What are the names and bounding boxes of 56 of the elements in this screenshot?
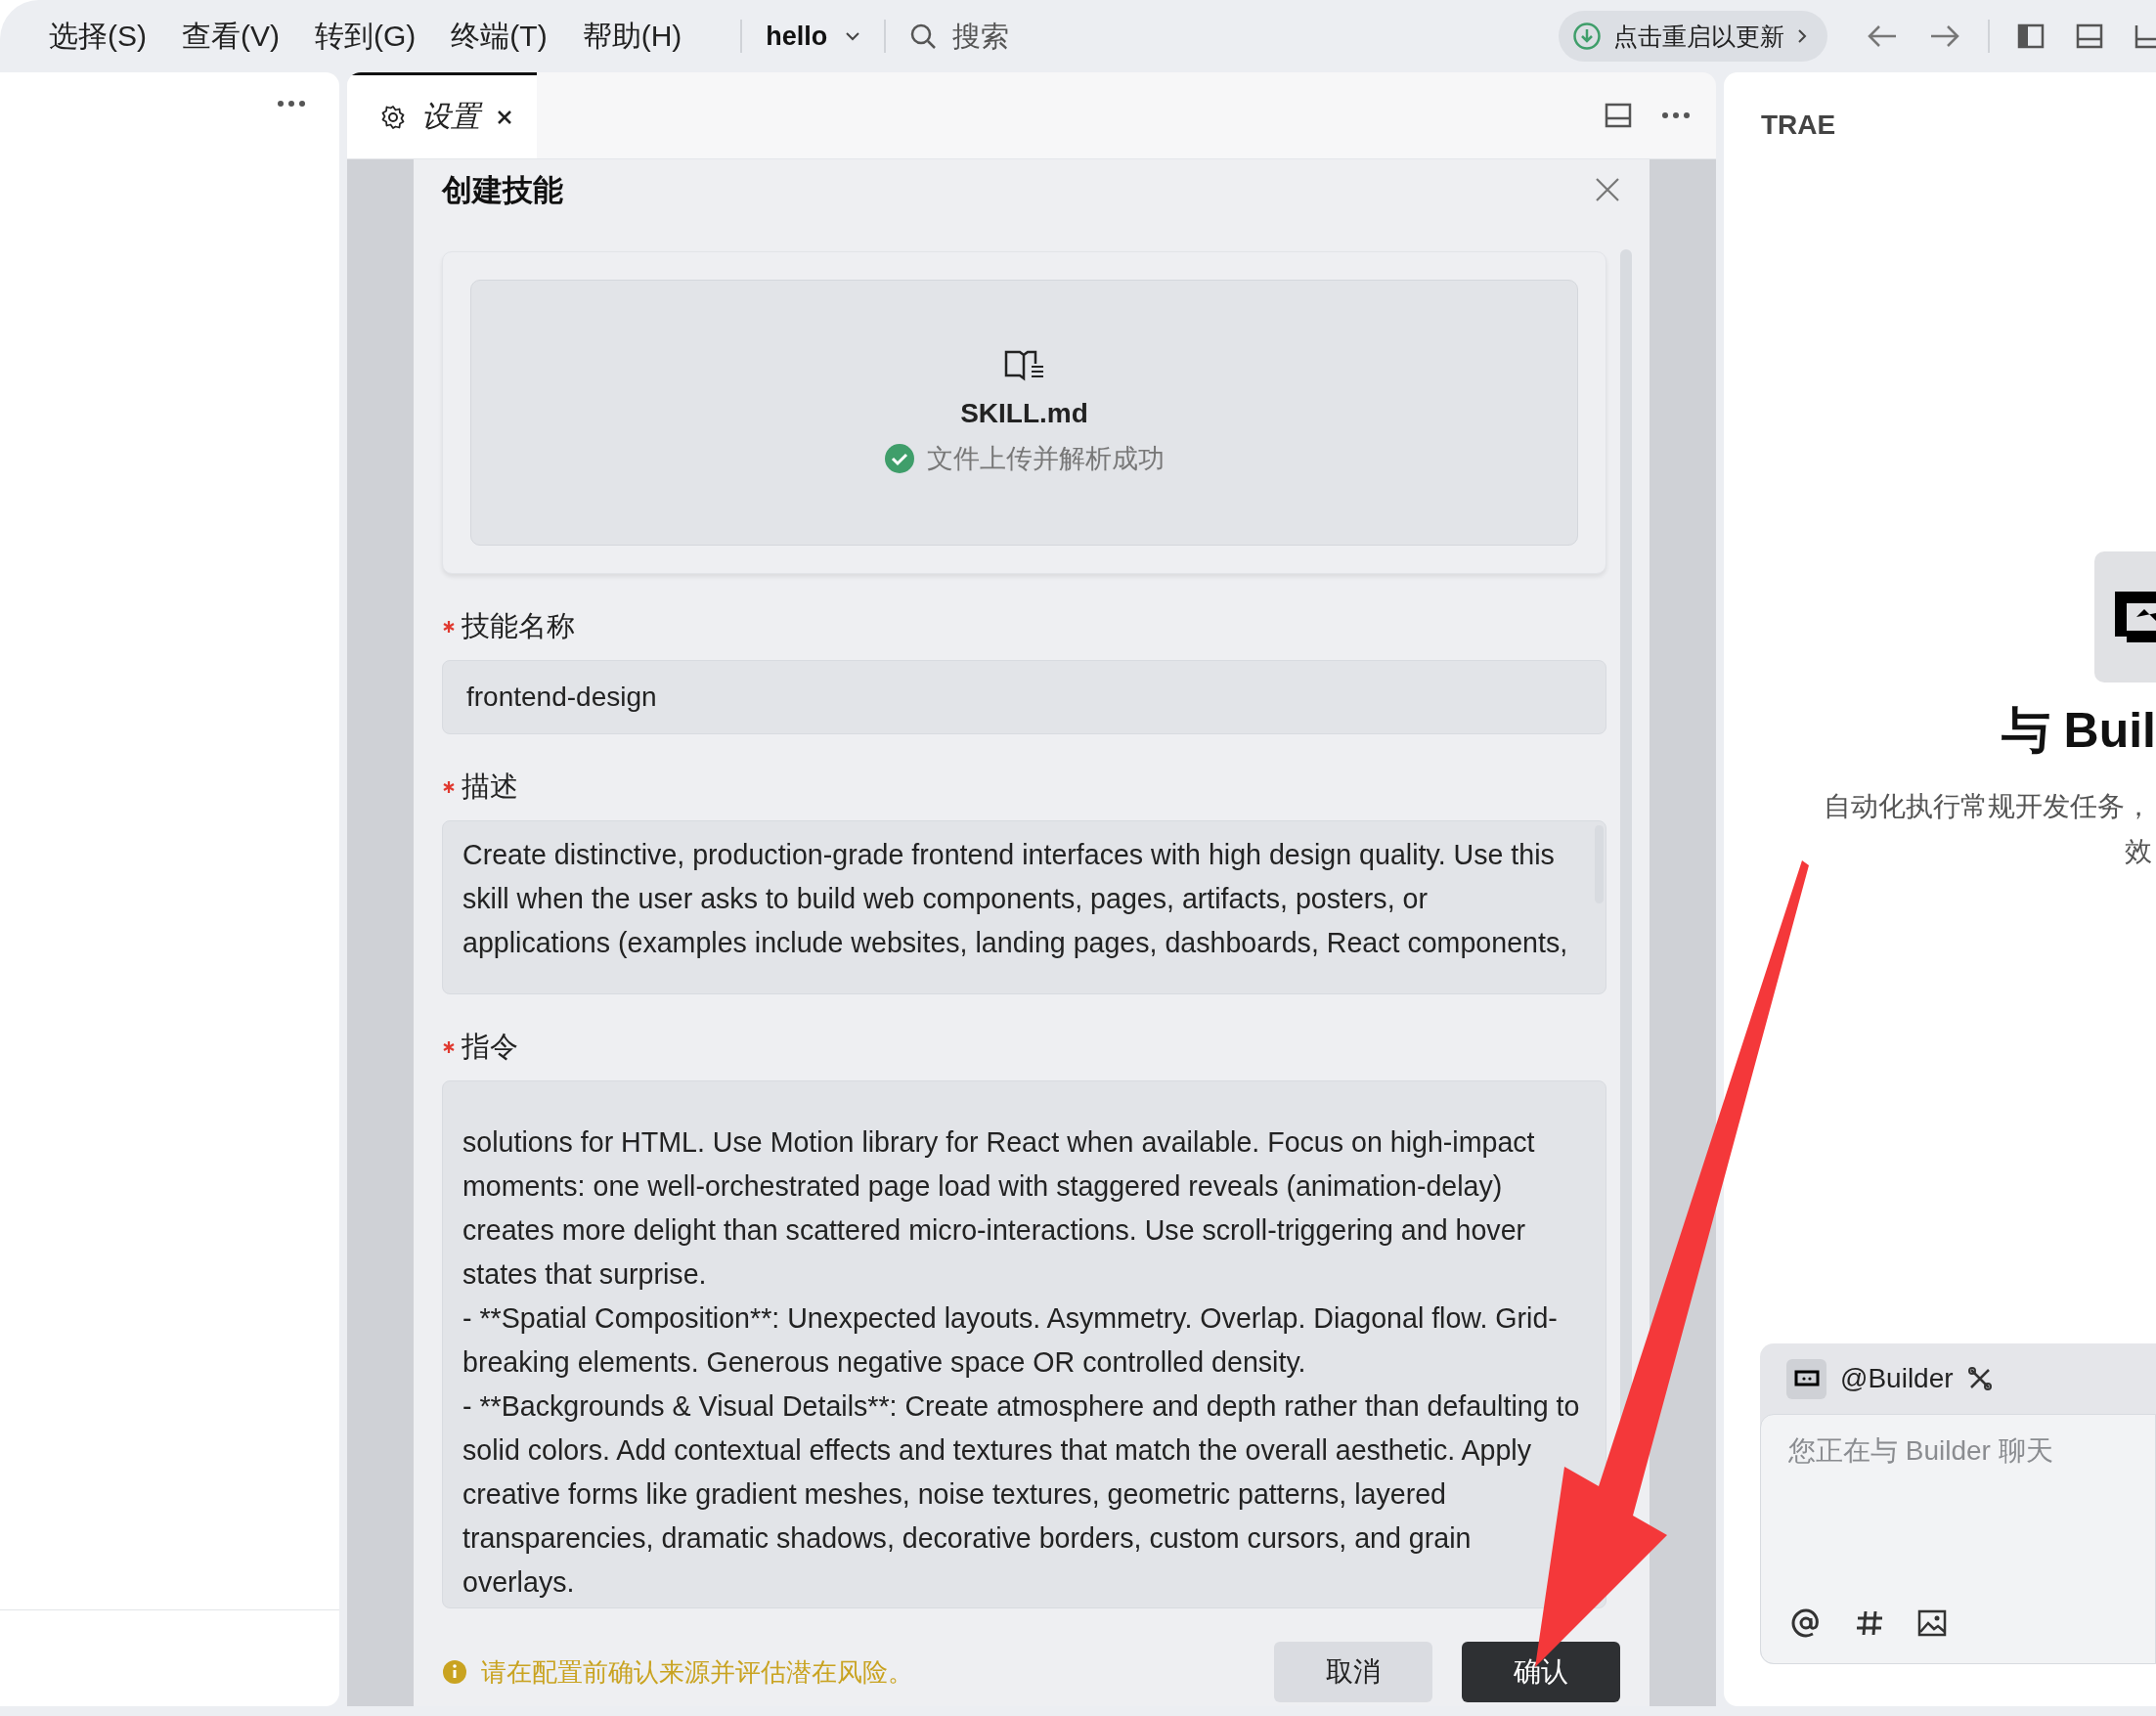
close-icon[interactable] [496, 108, 513, 126]
menu-item[interactable]: 帮助(H) [582, 16, 682, 57]
image-icon [1917, 1608, 1947, 1638]
dialog-title: 创建技能 [442, 172, 563, 209]
chat-input[interactable]: 您正在与 Builder 聊天 [1786, 1434, 2142, 1468]
panel-bottom-icon [2076, 22, 2103, 50]
update-button[interactable]: 点击重启以更新 [1559, 11, 1827, 62]
book-icon [1003, 349, 1045, 382]
panel-right-icon [2134, 22, 2156, 50]
chevron-right-icon [1796, 27, 1808, 45]
tools-icon [1966, 1366, 1993, 1391]
menu-item[interactable]: 转到(G) [315, 16, 417, 57]
info-icon [442, 1659, 467, 1685]
panel-subtitle: 自动化执行常规开发任务， [1824, 790, 2152, 823]
upload-area[interactable]: SKILL.md 文件上传并解析成功 [470, 280, 1578, 546]
field-label: 描述 [462, 770, 518, 804]
sidebar-left-icon [2017, 22, 2045, 50]
warning-text: 请在配置前确认来源并评估潜在风险。 [481, 1655, 913, 1689]
toggle-sidebar-button[interactable] [2017, 22, 2045, 50]
check-circle-icon [884, 443, 915, 474]
toggle-panel-button[interactable] [2076, 22, 2103, 50]
agent-name[interactable]: @Builder [1840, 1363, 1954, 1394]
project-dropdown[interactable]: hello [766, 21, 861, 52]
input-field[interactable]: frontend-design [442, 660, 1606, 734]
menu-item[interactable]: 终端(T) [451, 16, 548, 57]
more-icon[interactable] [277, 100, 306, 108]
panel-heading: 与 Buil [2001, 702, 2156, 760]
text-area[interactable]: solutions for HTML. Use Motion library for React when available. Focus on high-impact moments: one well-orchestrated page load with staggered reveals (animation-delay) creates more delight than scattered micro-interactions. Use scroll-triggering and hover states that surprise. - **Spatial Composition**: Unexpected layouts. Asymmetry. Overlap. Diagonal flow. Grid-breaking elements. Generous negative space OR controlled density. - **Backgrounds & Visual Details**: Create atmosphere and depth rather than defaulting to solid colors. Add contextual effects and textures that match the overall aesthetic. Apply creative forms like gradient meshes, noise textures, geometric patterns, layered transparencies, dramatic shadows, decorative borders, custom cursors, and grain overlays. [442, 1080, 1606, 1608]
forward-button[interactable] [1929, 24, 1960, 48]
file-name: SKILL.md [960, 398, 1088, 429]
hash-icon [1855, 1608, 1884, 1638]
search-icon [909, 22, 938, 50]
search-field[interactable]: 搜索 [950, 19, 1151, 54]
confirm-button[interactable]: 确认 [1462, 1642, 1620, 1702]
upload-status: 文件上传并解析成功 [927, 443, 1165, 475]
agent-icon [1786, 1358, 1826, 1399]
panel-bottom-icon[interactable] [1605, 102, 1632, 129]
field-label: 指令 [462, 1030, 518, 1064]
menu-item[interactable]: 查看(V) [182, 16, 280, 57]
close-icon [1595, 176, 1620, 202]
layout-button[interactable] [2134, 22, 2156, 50]
at-sign-icon [1790, 1607, 1822, 1639]
brand-label: TRAE [1761, 110, 1836, 141]
settings-tab[interactable]: 设置 [347, 72, 537, 158]
gear-icon [380, 104, 406, 130]
text-area[interactable]: Create distinctive, production-grade frontend interfaces with high design quality. Use this skill when the user asks to build web components, pages, artifacts, posters, or applications (examples include websites, landing pages, dashboards, React components, [442, 820, 1606, 994]
panel-subtitle: 效 [2125, 835, 2152, 868]
arrow-left-icon [1867, 24, 1898, 48]
menu-item[interactable]: 选择(S) [49, 16, 147, 57]
back-button[interactable] [1867, 24, 1898, 48]
arrow-right-icon [1929, 24, 1960, 48]
cancel-button[interactable]: 取消 [1274, 1642, 1432, 1702]
field-label: 技能名称 [462, 609, 575, 643]
download-icon [1572, 22, 1602, 51]
chevron-down-icon [845, 31, 861, 41]
more-icon[interactable] [1661, 111, 1691, 119]
